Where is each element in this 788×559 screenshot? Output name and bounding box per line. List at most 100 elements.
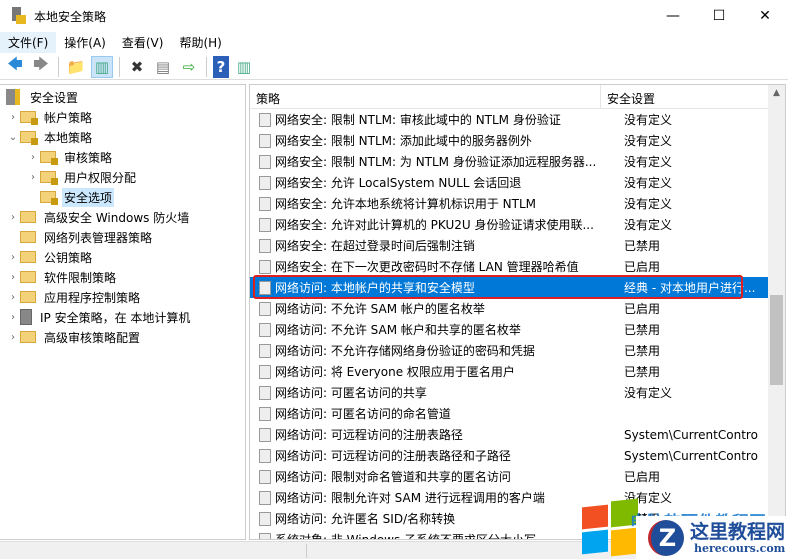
tree-item[interactable]: › 应用程序控制策略 — [0, 287, 245, 307]
table-row[interactable]: 网络访问: 可匿名访问的共享 没有定义 — [250, 382, 785, 403]
tree-item[interactable]: ⌄ 本地策略 — [0, 127, 245, 147]
policy-name: 网络安全: 限制 NTLM: 为 NTLM 身份验证添加远程服务器... — [275, 155, 597, 169]
tree-item[interactable]: › 高级安全 Windows 防火墙 — [0, 207, 245, 227]
table-row[interactable]: 网络安全: 允许 LocalSystem NULL 会话回退 没有定义 — [250, 172, 785, 193]
maximize-button[interactable]: ☐ — [696, 0, 742, 32]
expander-icon[interactable]: › — [6, 292, 20, 303]
table-row[interactable]: 网络安全: 限制 NTLM: 为 NTLM 身份验证添加远程服务器... 没有定义 — [250, 151, 785, 172]
expander-icon[interactable]: › — [26, 152, 40, 163]
properties-icon[interactable]: ▤ — [152, 56, 174, 78]
watermark-z-logo: Z — [648, 520, 684, 556]
table-row[interactable]: 网络访问: 不允许 SAM 帐户和共享的匿名枚举 已禁用 — [250, 319, 785, 340]
expander-icon[interactable]: › — [6, 272, 20, 283]
expander-icon[interactable]: › — [6, 112, 20, 123]
show-hide-tree-icon[interactable]: ▥ — [91, 55, 113, 78]
menu-file[interactable]: 文件(F) — [0, 32, 57, 53]
folder-icon — [20, 251, 36, 263]
scrollbar-thumb[interactable] — [770, 295, 783, 385]
policy-setting: 没有定义 — [624, 155, 673, 169]
policy-name: 网络访问: 不允许 SAM 帐户的匿名枚举 — [275, 302, 485, 316]
policy-icon — [259, 322, 271, 337]
tree-item[interactable]: › 公钥策略 — [0, 247, 245, 267]
policy-name: 系统对象: 非 Windows 子系统不要求区分大小写 — [275, 533, 537, 540]
help-icon[interactable]: ? — [213, 55, 229, 78]
tree-item[interactable]: › 用户权限分配 — [0, 167, 245, 187]
tree-item-label: 高级审核策略配置 — [44, 330, 141, 345]
title-bar: 本地安全策略 — ☐ ✕ — [0, 0, 788, 32]
tree-pane: 安全设置 › 帐户策略 ⌄ 本地策略 › 审核策略 › 用户权限分配 安全选项 › 高级安全 Win… — [0, 84, 246, 540]
expander-icon[interactable]: › — [26, 172, 40, 183]
table-row[interactable]: 网络访问: 不允许存储网络身份验证的密码和凭据 已禁用 — [250, 340, 785, 361]
close-button[interactable]: ✕ — [742, 0, 788, 32]
table-row[interactable]: 网络安全: 在下一次更改密码时不存储 LAN 管理器哈希值 已启用 — [250, 256, 785, 277]
expander-icon[interactable]: › — [6, 252, 20, 263]
policy-setting: 已启用 — [624, 470, 661, 484]
table-row[interactable]: 网络访问: 可远程访问的注册表路径和子路径 System\CurrentContr… — [250, 445, 785, 466]
expander-icon[interactable]: › — [6, 312, 20, 323]
tree-item-label: 网络列表管理器策略 — [44, 230, 153, 245]
forward-arrow-icon[interactable]: 🡆 — [30, 55, 52, 78]
tree-item[interactable]: › 帐户策略 — [0, 107, 245, 127]
table-row[interactable]: 网络安全: 限制 NTLM: 审核此域中的 NTLM 身份验证 没有定义 — [250, 109, 785, 130]
table-row[interactable]: 网络访问: 将 Everyone 权限应用于匿名用户 已禁用 — [250, 361, 785, 382]
highlight-box — [253, 275, 743, 299]
expander-icon[interactable]: › — [6, 212, 20, 223]
delete-icon[interactable]: ✖ — [126, 56, 148, 78]
view-pane-icon[interactable]: ▥ — [233, 56, 255, 78]
policy-setting: 已启用 — [624, 302, 661, 316]
tree-item-label: 审核策略 — [64, 150, 113, 165]
menu-action[interactable]: 操作(A) — [56, 32, 114, 53]
policy-icon — [259, 448, 271, 463]
up-folder-icon[interactable]: 📁 — [65, 56, 87, 78]
table-row[interactable]: 网络访问: 可匿名访问的命名管道 — [250, 403, 785, 424]
tree-item[interactable]: › 审核策略 — [0, 147, 245, 167]
watermark-site-url: herecours.com — [694, 542, 786, 555]
tree-item[interactable]: › IP 安全策略，在 本地计算机 — [0, 307, 245, 327]
tree-root-security-settings[interactable]: 安全设置 — [0, 87, 245, 107]
tree-item-label: 公钥策略 — [44, 250, 93, 265]
table-row[interactable]: 网络安全: 限制 NTLM: 添加此域中的服务器例外 没有定义 — [250, 130, 785, 151]
folder-icon — [20, 331, 36, 343]
policy-icon — [259, 301, 271, 316]
policy-name: 网络访问: 不允许 SAM 帐户和共享的匿名枚举 — [275, 323, 521, 337]
table-row[interactable]: 网络访问: 限制对命名管道和共享的匿名访问 已启用 — [250, 466, 785, 487]
policy-icon — [259, 364, 271, 379]
policy-name: 网络访问: 限制对命名管道和共享的匿名访问 — [275, 470, 511, 484]
menu-help[interactable]: 帮助(H) — [171, 32, 229, 53]
policy-setting: 已禁用 — [624, 323, 661, 337]
table-row[interactable]: 网络访问: 不允许 SAM 帐户的匿名枚举 已启用 — [250, 298, 785, 319]
folder-icon — [40, 171, 58, 185]
menu-view[interactable]: 查看(V) — [114, 32, 172, 53]
tree-item[interactable]: 网络列表管理器策略 — [0, 227, 245, 247]
folder-icon — [40, 191, 58, 205]
table-row[interactable]: 网络安全: 在超过登录时间后强制注销 已禁用 — [250, 235, 785, 256]
tree-item[interactable]: › 高级审核策略配置 — [0, 327, 245, 347]
scroll-up-icon[interactable]: ▲ — [768, 88, 785, 98]
vertical-scrollbar[interactable]: ▲ — [768, 85, 785, 539]
expander-icon[interactable]: › — [6, 332, 20, 343]
toolbar: 🡄 🡆 📁 ▥ ✖ ▤ ⇨ ? ▥ — [0, 54, 788, 80]
export-list-icon[interactable]: ⇨ — [178, 56, 200, 78]
table-row[interactable]: 网络安全: 允许对此计算机的 PKU2U 身份验证请求使用联... 没有定义 — [250, 214, 785, 235]
table-row[interactable]: 网络安全: 允许本地系统将计算机标识用于 NTLM 没有定义 — [250, 193, 785, 214]
policy-name: 网络访问: 可远程访问的注册表路径和子路径 — [275, 449, 511, 463]
table-row[interactable]: 网络访问: 可远程访问的注册表路径 System\CurrentContro... — [250, 424, 785, 445]
back-arrow-icon[interactable]: 🡄 — [4, 55, 26, 78]
folder-icon — [20, 111, 38, 125]
policy-icon — [259, 511, 271, 526]
expander-icon[interactable]: ⌄ — [6, 132, 20, 143]
tree-item[interactable]: 安全选项 — [0, 187, 245, 207]
policy-icon — [259, 217, 271, 232]
policy-name: 网络访问: 将 Everyone 权限应用于匿名用户 — [275, 365, 515, 379]
sort-caret-icon: ^ — [422, 84, 431, 92]
policy-setting: 没有定义 — [624, 218, 673, 232]
table-row[interactable]: 网络访问: 限制允许对 SAM 进行远程调用的客户端 没有定义 — [250, 487, 785, 508]
tree-item[interactable]: › 软件限制策略 — [0, 267, 245, 287]
tree-item-label: IP 安全策略，在 本地计算机 — [40, 310, 191, 325]
folder-icon — [20, 291, 36, 303]
policy-name: 网络安全: 限制 NTLM: 审核此域中的 NTLM 身份验证 — [275, 113, 561, 127]
tree-item-label: 软件限制策略 — [44, 270, 117, 285]
column-header-setting[interactable]: 安全设置 — [601, 85, 769, 108]
minimize-button[interactable]: — — [650, 0, 696, 32]
tree-item-label: 应用程序控制策略 — [44, 290, 141, 305]
